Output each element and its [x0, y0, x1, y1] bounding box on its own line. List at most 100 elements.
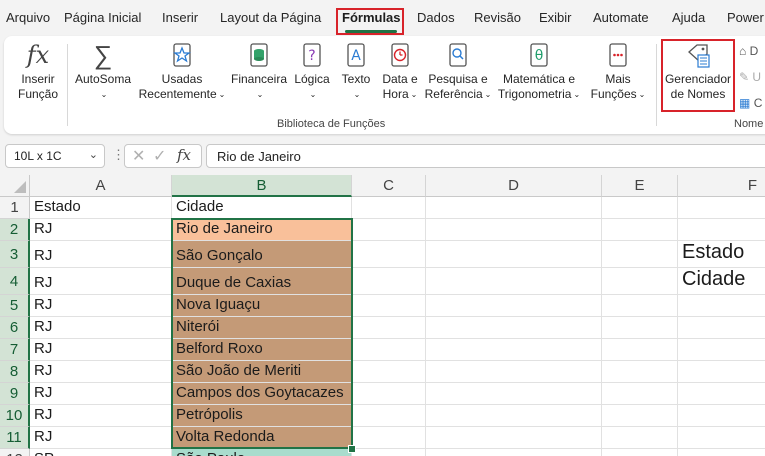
- row-header[interactable]: 2: [0, 219, 30, 241]
- cell-a[interactable]: RJ: [30, 339, 172, 361]
- tab-automate[interactable]: Automate: [593, 10, 649, 25]
- cell-b[interactable]: Petrópolis: [172, 405, 352, 427]
- row-header[interactable]: 3: [0, 241, 30, 268]
- financial-button[interactable]: Financeira ⌄: [230, 42, 288, 102]
- cell-c[interactable]: [352, 383, 426, 405]
- cell-b[interactable]: São Paulo: [172, 449, 352, 456]
- cell-a[interactable]: RJ: [30, 427, 172, 449]
- cell-a[interactable]: RJ: [30, 361, 172, 383]
- cell-f[interactable]: [678, 449, 765, 456]
- cell-a[interactable]: RJ: [30, 241, 172, 268]
- cell-e[interactable]: [602, 268, 678, 295]
- column-header-c[interactable]: C: [352, 175, 426, 197]
- row-header[interactable]: 4: [0, 268, 30, 295]
- check-icon[interactable]: ✓: [153, 146, 166, 166]
- fx-icon[interactable]: fx: [177, 146, 191, 164]
- cell-d[interactable]: [426, 268, 602, 295]
- cell-b[interactable]: Nova Iguaçu: [172, 295, 352, 317]
- cell-f[interactable]: [678, 361, 765, 383]
- cell-c[interactable]: [352, 449, 426, 456]
- row-header[interactable]: 7: [0, 339, 30, 361]
- cell-d[interactable]: [426, 339, 602, 361]
- cell-b[interactable]: Duque de Caxias: [172, 268, 352, 295]
- cell-a[interactable]: RJ: [30, 383, 172, 405]
- row-header[interactable]: 10: [0, 405, 30, 427]
- column-header-d[interactable]: D: [426, 175, 602, 197]
- cell-d[interactable]: [426, 197, 602, 219]
- cell-c[interactable]: [352, 197, 426, 219]
- cell-d[interactable]: [426, 449, 602, 456]
- cell-e[interactable]: [602, 219, 678, 241]
- cell-d[interactable]: [426, 361, 602, 383]
- cell-a[interactable]: SP: [30, 449, 172, 456]
- cell-e[interactable]: [602, 317, 678, 339]
- cell-e[interactable]: [602, 449, 678, 456]
- date-time-button[interactable]: Data e Hora ⌄: [378, 42, 422, 102]
- row-header[interactable]: 12: [0, 449, 30, 456]
- cell-f[interactable]: [678, 295, 765, 317]
- cell-b[interactable]: Rio de Janeiro: [172, 219, 352, 241]
- insert-function-button[interactable]: fx Inserir Função: [14, 42, 62, 102]
- create-from-selection-button[interactable]: ▦ C: [739, 96, 762, 110]
- tab-layout-da-pagina[interactable]: Layout da Página: [220, 10, 321, 25]
- cell-f[interactable]: [678, 197, 765, 219]
- cell-b[interactable]: Cidade: [172, 197, 352, 219]
- text-button[interactable]: A Texto ⌄: [336, 42, 376, 102]
- tab-pagina-inicial[interactable]: Página Inicial: [64, 10, 141, 25]
- cell-c[interactable]: [352, 268, 426, 295]
- cell-f[interactable]: [678, 383, 765, 405]
- column-header-f[interactable]: F: [678, 175, 765, 197]
- fill-handle[interactable]: [348, 445, 356, 453]
- cell-f[interactable]: Estado: [678, 241, 765, 268]
- cell-e[interactable]: [602, 339, 678, 361]
- row-header[interactable]: 1: [0, 197, 30, 219]
- cell-b[interactable]: São Gonçalo: [172, 241, 352, 268]
- cell-a[interactable]: RJ: [30, 219, 172, 241]
- cell-a[interactable]: RJ: [30, 268, 172, 295]
- autosum-button[interactable]: ∑ AutoSoma ⌄: [72, 42, 134, 102]
- cell-b[interactable]: Campos dos Goytacazes: [172, 383, 352, 405]
- row-header[interactable]: 8: [0, 361, 30, 383]
- cell-c[interactable]: [352, 405, 426, 427]
- row-header[interactable]: 5: [0, 295, 30, 317]
- recently-used-button[interactable]: Usadas Recentemente ⌄: [136, 42, 228, 102]
- tab-arquivo[interactable]: Arquivo: [6, 10, 50, 25]
- use-in-formula-button[interactable]: ✎ U: [739, 70, 761, 84]
- cell-c[interactable]: [352, 361, 426, 383]
- row-header[interactable]: 11: [0, 427, 30, 449]
- more-functions-button[interactable]: Mais Funções ⌄: [586, 42, 650, 102]
- tab-revisao[interactable]: Revisão: [474, 10, 521, 25]
- tab-power[interactable]: Power: [727, 10, 764, 25]
- cell-e[interactable]: [602, 361, 678, 383]
- column-header-e[interactable]: E: [602, 175, 678, 197]
- cell-a[interactable]: RJ: [30, 317, 172, 339]
- cell-c[interactable]: [352, 241, 426, 268]
- cell-f[interactable]: [678, 427, 765, 449]
- cell-f[interactable]: [678, 219, 765, 241]
- cell-e[interactable]: [602, 241, 678, 268]
- cell-c[interactable]: [352, 219, 426, 241]
- cell-e[interactable]: [602, 405, 678, 427]
- cell-f[interactable]: [678, 405, 765, 427]
- tab-dados[interactable]: Dados: [417, 10, 455, 25]
- column-header-b[interactable]: B: [172, 175, 352, 197]
- cell-c[interactable]: [352, 427, 426, 449]
- tab-exibir[interactable]: Exibir: [539, 10, 572, 25]
- row-header[interactable]: 6: [0, 317, 30, 339]
- cell-a[interactable]: RJ: [30, 295, 172, 317]
- cell-e[interactable]: [602, 295, 678, 317]
- cell-b[interactable]: Volta Redonda: [172, 427, 352, 449]
- cell-c[interactable]: [352, 339, 426, 361]
- lookup-reference-button[interactable]: Pesquisa e Referência ⌄: [424, 42, 492, 102]
- select-all-corner[interactable]: [0, 175, 30, 197]
- name-box[interactable]: 10L x 1C ⌄: [5, 144, 105, 168]
- cell-e[interactable]: [602, 197, 678, 219]
- cell-e[interactable]: [602, 427, 678, 449]
- cell-d[interactable]: [426, 317, 602, 339]
- cell-f[interactable]: Cidade: [678, 268, 765, 295]
- cell-b[interactable]: Niterói: [172, 317, 352, 339]
- cell-d[interactable]: [426, 383, 602, 405]
- cell-a[interactable]: RJ: [30, 405, 172, 427]
- cell-c[interactable]: [352, 295, 426, 317]
- row-header[interactable]: 9: [0, 383, 30, 405]
